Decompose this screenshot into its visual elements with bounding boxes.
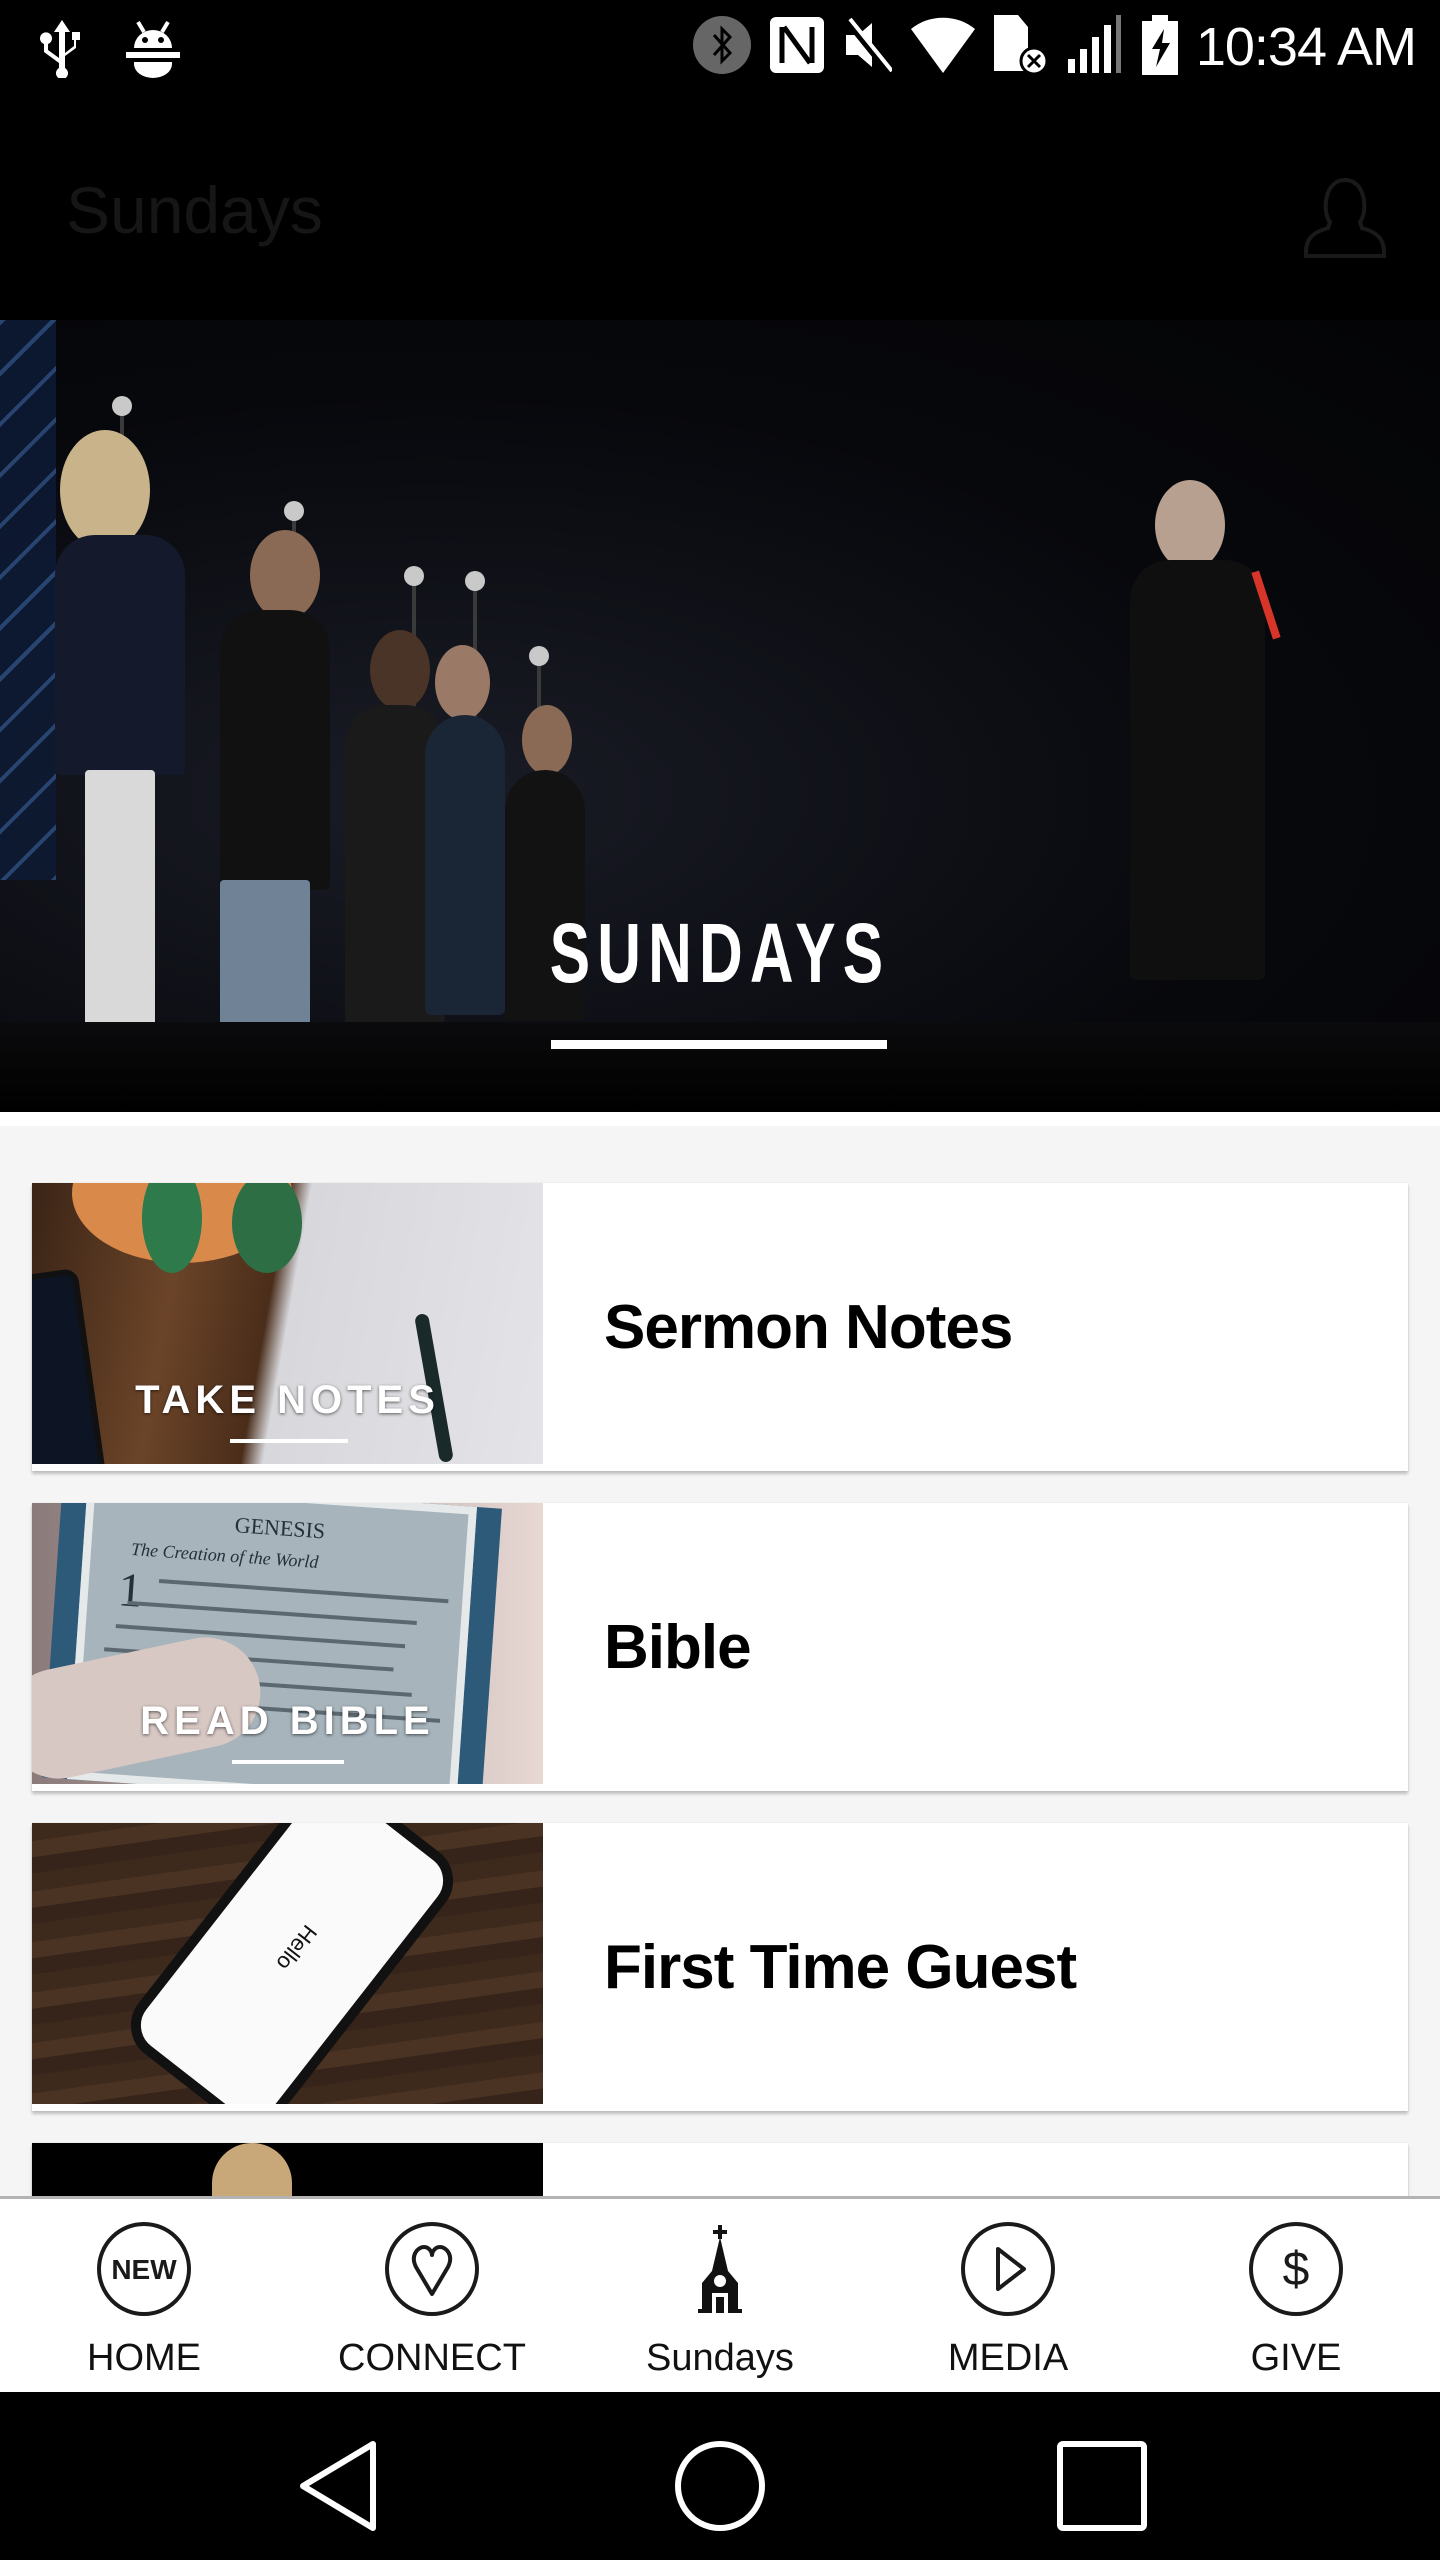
nav-label: Sundays [646,2337,794,2379]
card-image-label: READ BIBLE [140,1699,435,1743]
card-image-label-underline [232,1760,344,1764]
nav-item-connect[interactable]: CONNECT [288,2199,576,2392]
recents-icon [1057,2441,1147,2531]
recents-button[interactable] [1052,2436,1152,2536]
phone-screen-text: Hello [271,1920,322,1976]
bluetooth-icon [692,15,752,80]
card-sermon-notes[interactable]: TAKE NOTES Sermon Notes [32,1183,1408,1471]
performer-head [370,630,430,710]
page-title: Sundays [66,173,323,247]
card-title: Bible [604,1612,752,1682]
battery-charging-icon [1141,14,1178,80]
nav-item-sundays[interactable]: Sundays [576,2199,864,2392]
card-image-label: TAKE NOTES [135,1378,440,1422]
card-image [32,2143,543,2196]
signal-icon [1067,14,1124,80]
hero-title: SUNDAYS [549,906,891,1000]
app-bar: Sundays [0,96,1440,320]
hero-banner[interactable]: SUNDAYS [0,320,1440,1112]
performer-head [435,645,490,720]
nav-label: GIVE [1250,2337,1342,2379]
home-button[interactable] [670,2436,770,2536]
card-title: Sermon Notes [604,1292,1013,1362]
card-title: First Time Guest [604,1932,1077,2002]
back-icon [300,2441,376,2531]
performer [220,610,330,890]
system-navigation-bar [0,2392,1440,2560]
card-image-label-underline [230,1439,348,1443]
card-image: GENESIS The Creation of the World 1 READ… [32,1503,543,1784]
performer-head [522,705,572,775]
phone [32,1267,107,1464]
bible-verse-number: 1 [116,1563,145,1618]
bible-text-lines [158,1578,449,1604]
person-photo [212,2143,292,2196]
divider [0,1112,1440,1126]
nav-label: CONNECT [338,2337,526,2379]
usb-icon [38,18,86,83]
svg-text:$: $ [1283,2243,1310,2296]
nav-label: HOME [87,2337,201,2379]
card-image: TAKE NOTES [32,1183,543,1464]
card-bible[interactable]: GENESIS The Creation of the World 1 READ… [32,1503,1408,1791]
back-button[interactable] [295,2436,395,2536]
performer-head [60,430,150,550]
home-icon [675,2441,765,2531]
status-bar: 10:34 AM [0,0,1440,96]
church-icon [698,2225,742,2313]
stage-floor [0,1022,1440,1112]
performer [55,535,185,775]
new-badge-text: NEW [111,2254,177,2285]
nav-item-media[interactable]: MEDIA [864,2199,1152,2392]
plant-leaf [232,1183,302,1273]
clock: 10:34 AM [1195,17,1417,77]
hero-title-underline [551,1040,887,1049]
wifi-icon [910,15,976,80]
card-partial[interactable] [32,2143,1408,2196]
mute-icon [842,16,894,78]
content-list: TAKE NOTES Sermon Notes GENESIS The Crea… [0,1126,1440,2196]
play-icon [961,2222,1055,2316]
profile-button[interactable] [1300,172,1390,262]
card-image: Hello [32,1823,543,2104]
bottom-navigation: NEW HOME CONNECT Sundays MEDIA $ GIVE [0,2196,1440,2392]
heart-icon [385,2222,479,2316]
nav-label: MEDIA [947,2337,1069,2379]
nav-item-give[interactable]: $ GIVE [1152,2199,1440,2392]
new-badge-icon: NEW [97,2222,191,2316]
speaker-head [1155,480,1225,570]
nfc-icon [769,16,824,78]
bible-subheading: The Creation of the World [130,1538,320,1573]
phone: Hello [116,1823,468,2104]
person-icon [1304,177,1386,258]
no-sim-icon [993,14,1050,80]
nav-item-home[interactable]: NEW HOME [0,2199,288,2392]
performer-head [250,530,320,620]
stage-backdrop [0,320,56,880]
android-debug-icon [126,18,180,83]
dollar-icon: $ [1249,2222,1343,2316]
card-first-time-guest[interactable]: Hello First Time Guest [32,1823,1408,2111]
